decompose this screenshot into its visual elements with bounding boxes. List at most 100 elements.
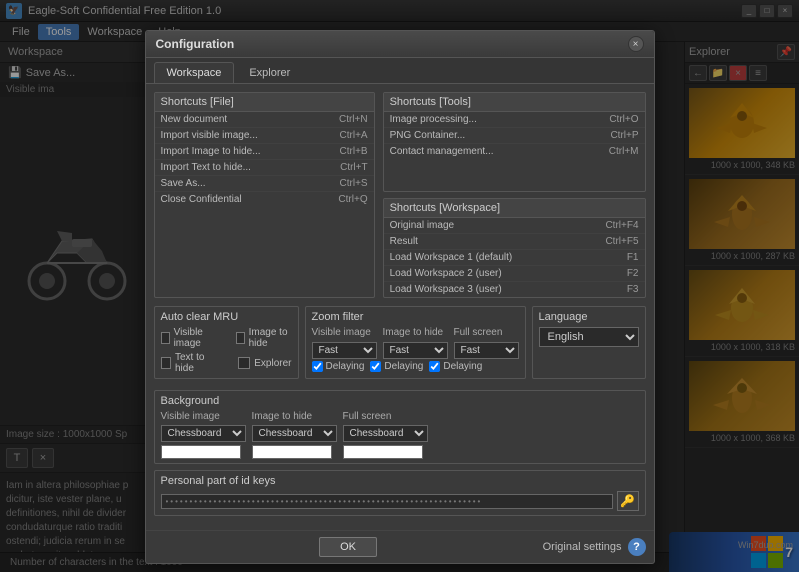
shortcuts-file-header: Shortcuts [File] xyxy=(155,93,374,112)
mru-text-to-hide[interactable]: Text to hide xyxy=(161,352,219,374)
shortcuts-tools-section: Shortcuts [Tools] Image processing... Ct… xyxy=(383,92,646,192)
delay-full-checkbox[interactable] xyxy=(429,361,440,372)
bg-visible-select[interactable]: ChessboardBlackWhite xyxy=(161,425,246,442)
zoom-hide-col: Image to hide FastNormalBest xyxy=(383,327,448,359)
delay-visible-checkbox[interactable] xyxy=(312,361,323,372)
shortcut-new-doc: New document Ctrl+N xyxy=(155,112,374,128)
delay-full-check[interactable]: Delaying xyxy=(429,361,482,372)
background-selects-row: Visible image ChessboardBlackWhite Image… xyxy=(161,411,639,459)
dialog-footer: OK Original settings ? xyxy=(146,530,654,563)
shortcuts-file-section: Shortcuts [File] New document Ctrl+N Imp… xyxy=(154,92,375,298)
shortcuts-workspace-section: Shortcuts [Workspace] Original image Ctr… xyxy=(383,198,646,298)
dialog-close-button[interactable]: × xyxy=(628,36,644,52)
bg-visible-col: Visible image ChessboardBlackWhite xyxy=(161,411,246,459)
shortcut-import-image: Import Image to hide... Ctrl+B xyxy=(155,144,374,160)
shortcut-original: Original image Ctrl+F4 xyxy=(384,218,645,234)
zoom-fullscreen-label: Full screen xyxy=(454,327,519,338)
shortcut-import-visible: Import visible image... Ctrl+A xyxy=(155,128,374,144)
id-keys-section: Personal part of id keys 🔑 xyxy=(154,470,646,516)
settings-row-1: Auto clear MRU Visible image Image to hi… xyxy=(154,306,646,385)
zoom-fullscreen-select[interactable]: FastNormalBest xyxy=(454,342,519,359)
shortcut-new-doc-key: Ctrl+N xyxy=(339,114,368,125)
shortcut-save-as: Save As... Ctrl+S xyxy=(155,176,374,192)
bg-hide-swatch xyxy=(252,445,332,459)
mru-explorer-checkbox[interactable] xyxy=(238,357,250,369)
zoom-hide-label: Image to hide xyxy=(383,327,448,338)
language-select[interactable]: English French German Spanish xyxy=(539,327,639,347)
zoom-filter-section: Zoom filter Visible image FastNormalBest… xyxy=(305,306,526,379)
delay-hide-label: Delaying xyxy=(384,361,423,372)
zoom-selects-row: Visible image FastNormalBest Image to hi… xyxy=(312,327,519,359)
shortcut-load-ws1: Load Workspace 1 (default) F1 xyxy=(384,250,645,266)
id-keys-input[interactable] xyxy=(161,494,613,509)
mru-visible-image[interactable]: Visible image xyxy=(161,327,216,349)
shortcut-import-text: Import Text to hide... Ctrl+T xyxy=(155,160,374,176)
mru-text-to-hide-checkbox[interactable] xyxy=(161,357,171,369)
shortcut-png-key: Ctrl+P xyxy=(610,130,638,141)
mru-title: Auto clear MRU xyxy=(161,311,292,323)
background-title: Background xyxy=(161,395,639,407)
zoom-visible-label: Visible image xyxy=(312,327,377,338)
shortcut-contact-label: Contact management... xyxy=(390,146,494,157)
help-button[interactable]: ? xyxy=(628,538,646,556)
shortcut-load-ws2-key: F2 xyxy=(627,268,639,279)
language-section: Language English French German Spanish xyxy=(532,306,646,379)
bg-hide-col: Image to hide ChessboardBlackWhite xyxy=(252,411,337,459)
delay-hide-checkbox[interactable] xyxy=(370,361,381,372)
id-keys-title: Personal part of id keys xyxy=(161,475,639,487)
dialog-tabs: Workspace Explorer xyxy=(146,58,654,84)
delay-row: Delaying Delaying Delaying xyxy=(312,361,519,372)
shortcut-close-key: Ctrl+Q xyxy=(338,194,367,205)
mru-image-to-hide[interactable]: Image to hide xyxy=(236,327,292,349)
delay-visible-label: Delaying xyxy=(326,361,365,372)
mru-explorer[interactable]: Explorer xyxy=(238,352,291,374)
shortcut-import-text-label: Import Text to hide... xyxy=(161,162,251,173)
shortcut-load-ws1-key: F1 xyxy=(627,252,639,263)
auto-clear-mru-section: Auto clear MRU Visible image Image to hi… xyxy=(154,306,299,379)
configuration-dialog: Configuration × Workspace Explorer Short… xyxy=(145,30,655,564)
shortcut-result-label: Result xyxy=(390,236,418,247)
bg-fullscreen-label: Full screen xyxy=(343,411,428,422)
mru-image-to-hide-checkbox[interactable] xyxy=(236,332,245,344)
bg-fullscreen-swatch xyxy=(343,445,423,459)
zoom-title: Zoom filter xyxy=(312,311,519,323)
footer-settings: Original settings ? xyxy=(543,538,646,556)
shortcut-import-image-label: Import Image to hide... xyxy=(161,146,261,157)
shortcut-contact: Contact management... Ctrl+M xyxy=(384,144,645,159)
tab-workspace[interactable]: Workspace xyxy=(154,62,235,83)
shortcut-close-label: Close Confidential xyxy=(161,194,242,205)
mru-visible-image-checkbox[interactable] xyxy=(161,332,170,344)
shortcut-result: Result Ctrl+F5 xyxy=(384,234,645,250)
id-key-button[interactable]: 🔑 xyxy=(617,491,639,511)
bg-hide-select[interactable]: ChessboardBlackWhite xyxy=(252,425,337,442)
bg-fullscreen-select[interactable]: ChessboardBlackWhite xyxy=(343,425,428,442)
shortcut-load-ws1-label: Load Workspace 1 (default) xyxy=(390,252,513,263)
zoom-visible-select[interactable]: FastNormalBest xyxy=(312,342,377,359)
dialog-shortcuts-row: Shortcuts [File] New document Ctrl+N Imp… xyxy=(146,84,654,306)
ok-button[interactable]: OK xyxy=(319,537,377,557)
dialog-title-text: Configuration xyxy=(156,37,235,51)
delay-hide-check[interactable]: Delaying xyxy=(370,361,423,372)
tab-explorer[interactable]: Explorer xyxy=(236,62,303,83)
shortcuts-right-col: Shortcuts [Tools] Image processing... Ct… xyxy=(383,92,646,298)
zoom-hide-select[interactable]: FastNormalBest xyxy=(383,342,448,359)
shortcut-load-ws3-label: Load Workspace 3 (user) xyxy=(390,284,502,295)
dialog-lower: Auto clear MRU Visible image Image to hi… xyxy=(146,306,654,530)
delay-visible-check[interactable]: Delaying xyxy=(312,361,365,372)
shortcut-contact-key: Ctrl+M xyxy=(609,146,639,157)
original-settings-label[interactable]: Original settings xyxy=(543,541,622,553)
shortcut-original-key: Ctrl+F4 xyxy=(605,220,638,231)
shortcut-save-as-key: Ctrl+S xyxy=(340,178,368,189)
shortcut-import-image-key: Ctrl+B xyxy=(340,146,368,157)
id-keys-row: 🔑 xyxy=(161,491,639,511)
shortcut-result-key: Ctrl+F5 xyxy=(605,236,638,247)
delay-full-label: Delaying xyxy=(443,361,482,372)
shortcut-png: PNG Container... Ctrl+P xyxy=(384,128,645,144)
shortcut-load-ws2-label: Load Workspace 2 (user) xyxy=(390,268,502,279)
shortcut-original-label: Original image xyxy=(390,220,454,231)
dialog-overlay: Configuration × Workspace Explorer Short… xyxy=(0,0,799,572)
shortcut-close: Close Confidential Ctrl+Q xyxy=(155,192,374,207)
bg-visible-swatch xyxy=(161,445,241,459)
mru-explorer-label: Explorer xyxy=(254,358,291,369)
mru-checkboxes-row2: Text to hide Explorer xyxy=(161,352,292,374)
